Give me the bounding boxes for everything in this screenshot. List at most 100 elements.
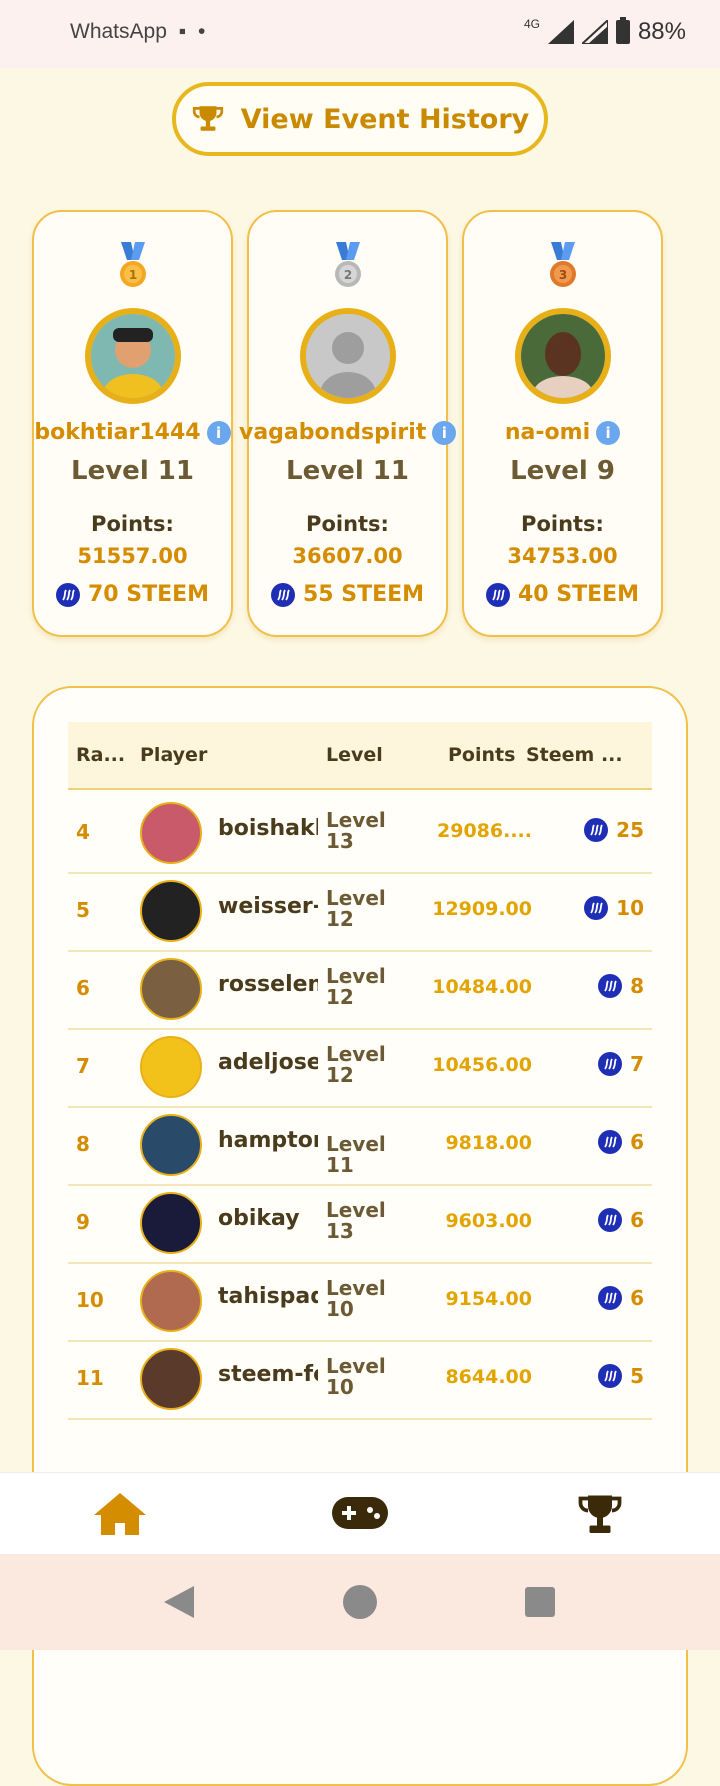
player-name[interactable]: na-omi i xyxy=(454,420,671,445)
trophy-icon[interactable] xyxy=(572,1491,628,1539)
header-player[interactable]: Player xyxy=(140,744,207,766)
table-row[interactable]: 10 tahispadr Level 10 9154.00 6 xyxy=(68,1260,652,1342)
steem-icon xyxy=(598,1286,623,1310)
info-icon[interactable]: i xyxy=(432,421,457,445)
header-level[interactable]: Level xyxy=(326,744,383,766)
podium-card-second[interactable]: 2 vagabondspirit i Level 11 Points: 36607… xyxy=(239,210,457,637)
rank-cell: 7 xyxy=(76,1054,90,1078)
avatar[interactable] xyxy=(140,1114,202,1176)
avatar[interactable] xyxy=(140,1270,202,1332)
signal-icon-2 xyxy=(581,20,608,44)
player-cell[interactable]: obikay xyxy=(218,1206,318,1231)
steem-icon xyxy=(598,1052,623,1076)
points-value: 36607.00 xyxy=(292,544,403,568)
gamepad-icon[interactable] xyxy=(330,1495,390,1531)
level-cell: Level 10 xyxy=(326,1354,386,1399)
player-cell[interactable]: adeljose xyxy=(218,1050,318,1075)
table-row[interactable]: 11 steem-for Level 10 8644.00 5 xyxy=(68,1338,652,1420)
avatar[interactable] xyxy=(140,1036,202,1098)
level-cell: Level 13 xyxy=(326,808,386,853)
level-cell: Level 12 xyxy=(326,964,386,1009)
facebook-icon: ▪ xyxy=(178,20,187,43)
avatar[interactable] xyxy=(140,958,202,1020)
player-name[interactable]: bokhtiar1444 i xyxy=(24,420,241,445)
player-cell[interactable]: weisser-r xyxy=(218,894,318,919)
rank-cell: 6 xyxy=(76,976,90,1000)
steem-icon xyxy=(598,1130,623,1154)
player-cell[interactable]: rosselena xyxy=(218,972,318,997)
avatar[interactable] xyxy=(299,308,396,404)
points-cell: 9818.00 xyxy=(445,1132,532,1154)
dot-icon: • xyxy=(198,20,206,43)
player-cell[interactable]: boishakhi xyxy=(218,816,318,841)
silver-medal-icon: 2 xyxy=(334,242,361,287)
table-row[interactable]: 9 obikay Level 13 9603.00 6 xyxy=(68,1182,652,1264)
steem-reward: 40 STEEM xyxy=(464,582,661,607)
steem-reward: 70 STEEM xyxy=(34,582,231,607)
notification-app-label: WhatsApp xyxy=(70,20,167,43)
home-nav-icon[interactable] xyxy=(342,1584,378,1620)
points-value: 34753.00 xyxy=(507,544,618,568)
view-event-history-button[interactable]: View Event History xyxy=(172,82,548,156)
rank-cell: 5 xyxy=(76,898,90,922)
bottom-nav xyxy=(0,1472,720,1555)
rank-cell: 11 xyxy=(76,1366,104,1390)
trophy-icon xyxy=(192,106,223,131)
header-points[interactable]: Points xyxy=(448,744,515,766)
player-name[interactable]: vagabondspirit i xyxy=(239,420,457,445)
steem-icon xyxy=(598,974,623,998)
steem-icon xyxy=(485,582,510,607)
status-left: WhatsApp ▪ • xyxy=(70,20,205,44)
player-level: Level 11 xyxy=(71,456,194,486)
podium-card-third[interactable]: 3 na-omi i Level 9 Points: 34753.00 40 ST… xyxy=(462,210,663,637)
svg-text:3: 3 xyxy=(558,268,566,282)
points-value: 51557.00 xyxy=(77,544,188,568)
avatar[interactable] xyxy=(140,880,202,942)
table-row[interactable]: 5 weisser-r Level 12 12909.00 10 xyxy=(68,870,652,952)
status-right: 4G 88% xyxy=(524,17,686,46)
steem-cell: 10 xyxy=(584,896,644,920)
steem-icon xyxy=(598,1364,623,1388)
steem-icon xyxy=(598,1208,623,1232)
level-cell: Level 12 xyxy=(326,886,386,931)
steem-icon xyxy=(55,582,80,607)
steem-icon xyxy=(584,818,609,842)
steem-icon xyxy=(270,582,295,607)
points-label: Points: xyxy=(521,512,604,536)
table-row[interactable]: 6 rosselena Level 12 10484.00 8 xyxy=(68,948,652,1030)
header-steem[interactable]: Steem ... xyxy=(526,744,623,766)
info-icon[interactable]: i xyxy=(206,421,231,445)
steem-cell: 8 xyxy=(598,974,644,998)
recents-icon[interactable] xyxy=(524,1586,556,1618)
steem-reward: 55 STEEM xyxy=(249,582,446,607)
info-icon[interactable]: i xyxy=(596,421,621,445)
points-cell: 29086.... xyxy=(437,820,532,842)
steem-icon xyxy=(584,896,609,920)
bronze-medal-icon: 3 xyxy=(549,242,576,287)
player-cell[interactable]: steem-for xyxy=(218,1362,318,1387)
header-rank[interactable]: Ra... xyxy=(76,744,125,766)
status-bar: WhatsApp ▪ • 4G 88% xyxy=(0,0,720,68)
table-row[interactable]: 4 boishakhi Level 13 29086.... 25 xyxy=(68,792,652,874)
points-cell: 8644.00 xyxy=(445,1366,532,1388)
avatar[interactable] xyxy=(140,802,202,864)
player-cell[interactable]: tahispadr xyxy=(218,1284,318,1309)
steem-cell: 6 xyxy=(598,1130,644,1154)
table-row[interactable]: 8 hamptonc Level 11 9818.00 6 xyxy=(68,1104,652,1186)
podium-card-first[interactable]: 1 bokhtiar1444 i Level 11 Points: 51557.0… xyxy=(32,210,233,637)
level-cell: Level 10 xyxy=(326,1276,386,1321)
level-cell: Level 12 xyxy=(326,1042,386,1087)
back-icon[interactable] xyxy=(162,1584,196,1620)
avatar[interactable] xyxy=(140,1348,202,1410)
home-icon[interactable] xyxy=(92,1491,148,1537)
svg-text:1: 1 xyxy=(128,268,136,282)
signal-icon xyxy=(547,20,574,44)
steem-cell: 6 xyxy=(598,1286,644,1310)
player-cell[interactable]: hamptonc xyxy=(218,1128,318,1153)
table-row[interactable]: 7 adeljose Level 12 10456.00 7 xyxy=(68,1026,652,1108)
avatar[interactable] xyxy=(140,1192,202,1254)
points-cell: 10484.00 xyxy=(432,976,532,998)
points-cell: 9154.00 xyxy=(445,1288,532,1310)
avatar[interactable] xyxy=(514,308,611,404)
avatar[interactable] xyxy=(84,308,181,404)
